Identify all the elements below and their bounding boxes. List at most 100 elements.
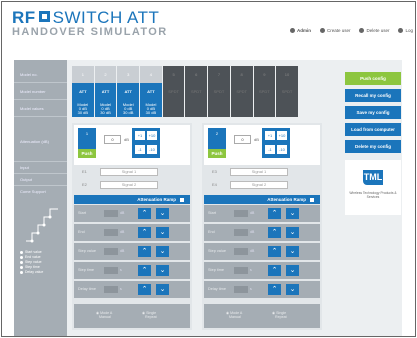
attenuation-input[interactable]: 0	[234, 135, 251, 144]
step-minus-1-button[interactable]: -1	[135, 145, 145, 154]
decrease-button[interactable]: ⌄	[286, 246, 299, 257]
radio-option[interactable]: ◉ Mode A Manual	[226, 311, 261, 319]
ramp-checkbox[interactable]	[310, 197, 314, 202]
increase-button[interactable]: ⌃	[268, 208, 281, 219]
output-signal-field[interactable]: Signal 2	[100, 180, 158, 189]
param-label: Step value	[78, 249, 96, 253]
decrease-button[interactable]: ⌄	[286, 284, 299, 295]
row-label-output: Output	[14, 174, 67, 186]
decrease-button[interactable]: ⌄	[156, 246, 169, 257]
param-step-value: Step value dB ⌃ ⌄	[74, 243, 190, 260]
module-number[interactable]: 7	[208, 66, 230, 83]
module-number[interactable]: 3	[117, 66, 140, 83]
decrease-button[interactable]: ⌄	[156, 284, 169, 295]
increase-button[interactable]: ⌃	[268, 227, 281, 238]
radio-option[interactable]: ◉ Mode A Manual	[96, 311, 131, 319]
attenuation-control: 2 Push 0 dB +1 +10 -1 -10	[204, 125, 320, 165]
attenuator-panel-1: 1 Push 0 dB +1 +10 -1 -10 E1 Signal 1 E2…	[72, 123, 192, 330]
param-label: Start	[78, 211, 87, 215]
step-minus-1-button[interactable]: -1	[265, 145, 275, 154]
row-label-model-values: Model values	[14, 100, 67, 117]
increase-button[interactable]: ⌃	[268, 284, 281, 295]
param-input[interactable]	[234, 248, 248, 255]
increase-button[interactable]: ⌃	[138, 284, 151, 295]
attenuation-control: 1 Push 0 dB +1 +10 -1 -10	[74, 125, 190, 165]
param-input[interactable]	[104, 267, 118, 274]
ramp-checkbox[interactable]	[180, 197, 184, 202]
module-values: Model 0 dB 30 dB	[72, 100, 94, 117]
output-signal-field[interactable]: Signal 2	[230, 180, 288, 189]
admin-link[interactable]: Admin	[289, 28, 311, 33]
module-type[interactable]: ATT	[94, 83, 117, 100]
module-type[interactable]: ATT	[117, 83, 140, 100]
delete-config-button[interactable]: Delete my config	[345, 140, 401, 153]
param-step-time: Step time s ⌃ ⌄	[204, 262, 320, 279]
module-number[interactable]: 8	[230, 66, 253, 83]
logout-link[interactable]: Log	[398, 28, 413, 33]
param-label: Step time	[208, 268, 225, 272]
module-number[interactable]: 5	[162, 66, 185, 83]
decrease-button[interactable]: ⌄	[286, 208, 299, 219]
param-input[interactable]	[234, 229, 248, 236]
module-type[interactable]: SPDT	[162, 83, 185, 100]
save-config-button[interactable]: Save my config	[345, 106, 401, 119]
module-type[interactable]: ATT	[72, 83, 94, 100]
input-signal-field[interactable]: Signal 1	[230, 167, 288, 176]
decrease-button[interactable]: ⌄	[156, 227, 169, 238]
output-port-label: E4	[212, 182, 217, 187]
module-number[interactable]: 4	[140, 66, 162, 83]
increase-button[interactable]: ⌃	[138, 246, 151, 257]
push-config-button[interactable]: Push config	[345, 72, 401, 85]
top-nav: Admin Create user Delete user Log	[289, 28, 413, 33]
step-plus-10-button[interactable]: +10	[277, 131, 287, 140]
radio-option[interactable]: ◉ Single Repeat	[142, 311, 177, 319]
push-button[interactable]: Push	[78, 149, 96, 158]
input-row: E1 Signal 1	[74, 166, 190, 177]
module-type[interactable]: SPDT	[253, 83, 276, 100]
step-plus-1-button[interactable]: +1	[135, 131, 145, 140]
module-number[interactable]: 6	[185, 66, 208, 83]
module-type[interactable]: SPDT	[230, 83, 253, 100]
increase-button[interactable]: ⌃	[268, 265, 281, 276]
module-type[interactable]: SPDT	[276, 83, 298, 100]
module-number[interactable]: 9	[253, 66, 276, 83]
increase-button[interactable]: ⌃	[138, 265, 151, 276]
param-input[interactable]	[234, 286, 248, 293]
module-number[interactable]: 10	[276, 66, 298, 83]
create-user-link[interactable]: Create user	[319, 28, 350, 33]
param-input[interactable]	[234, 210, 248, 217]
step-plus-1-button[interactable]: +1	[265, 131, 275, 140]
increase-button[interactable]: ⌃	[268, 246, 281, 257]
push-button[interactable]: Push	[208, 149, 226, 158]
remove-user-icon	[359, 28, 365, 33]
module-type[interactable]: SPDT	[185, 83, 208, 100]
decrease-button[interactable]: ⌄	[286, 227, 299, 238]
module-type[interactable]: SPDT	[208, 83, 230, 100]
param-input[interactable]	[104, 248, 118, 255]
param-input[interactable]	[104, 286, 118, 293]
step-minus-10-button[interactable]: -10	[147, 145, 157, 154]
module-values	[208, 100, 230, 117]
decrease-button[interactable]: ⌄	[156, 208, 169, 219]
step-plus-10-button[interactable]: +10	[147, 131, 157, 140]
decrease-button[interactable]: ⌄	[286, 265, 299, 276]
attenuation-input[interactable]: 0	[104, 135, 121, 144]
radio-option[interactable]: ◉ Single Repeat	[272, 311, 307, 319]
input-signal-field[interactable]: Signal 1	[100, 167, 158, 176]
delete-user-link[interactable]: Delete user	[359, 28, 389, 33]
step-minus-10-button[interactable]: -10	[277, 145, 287, 154]
param-input[interactable]	[104, 210, 118, 217]
param-input[interactable]	[234, 267, 248, 274]
module-number[interactable]: 2	[94, 66, 117, 83]
increase-button[interactable]: ⌃	[138, 227, 151, 238]
param-unit: dB	[250, 211, 255, 215]
module-number[interactable]: 1	[72, 66, 94, 83]
switch-icon	[38, 11, 50, 22]
param-input[interactable]	[104, 229, 118, 236]
decrease-button[interactable]: ⌄	[156, 265, 169, 276]
param-label: End	[208, 230, 215, 234]
increase-button[interactable]: ⌃	[138, 208, 151, 219]
recall-config-button[interactable]: Recall my config	[345, 89, 401, 102]
load-from-computer-button[interactable]: Load from computer	[345, 123, 401, 136]
module-type[interactable]: ATT	[140, 83, 162, 100]
